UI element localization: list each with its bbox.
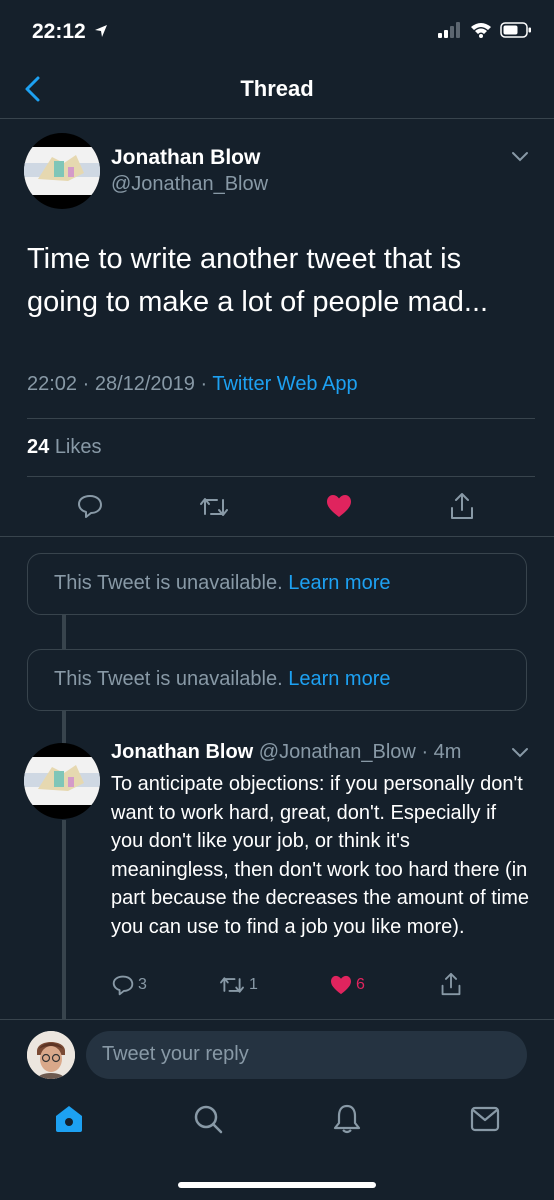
heart-icon bbox=[331, 975, 351, 995]
tab-messages[interactable] bbox=[470, 1106, 500, 1137]
retweet-icon bbox=[200, 498, 228, 516]
wifi-icon bbox=[471, 23, 491, 38]
status-indicators bbox=[438, 22, 532, 38]
mail-icon bbox=[470, 1106, 500, 1132]
reply-share-button[interactable] bbox=[440, 972, 462, 1001]
battery-icon bbox=[500, 22, 531, 38]
chevron-down-icon bbox=[512, 748, 528, 758]
learn-more-link[interactable]: Learn more bbox=[288, 668, 390, 690]
author-handle[interactable]: @Jonathan_Blow bbox=[111, 173, 268, 196]
location-arrow-icon bbox=[94, 25, 107, 37]
reply-author-name[interactable]: Jonathan Blow bbox=[111, 741, 253, 763]
likes-count: 24 bbox=[27, 436, 50, 458]
likes-label: Likes bbox=[54, 436, 102, 458]
reply-tweet-text: To anticipate objections: if you persona… bbox=[111, 773, 530, 938]
home-icon bbox=[56, 1106, 82, 1132]
unavailable-tweet[interactable]: This Tweet is unavailable. Learn more bbox=[27, 649, 527, 711]
likes-summary[interactable]: 24 Likes bbox=[27, 436, 102, 459]
heart-icon bbox=[327, 495, 351, 517]
reply-menu-button[interactable] bbox=[510, 746, 530, 765]
like-count: 6 bbox=[356, 976, 365, 993]
thread-connector bbox=[62, 820, 66, 1020]
share-button[interactable] bbox=[449, 492, 475, 525]
signal-icon bbox=[438, 22, 460, 38]
reply-like-button[interactable]: 6 bbox=[330, 975, 365, 995]
search-icon bbox=[194, 1105, 223, 1134]
unavailable-text: This Tweet is unavailable. bbox=[54, 572, 289, 594]
unavailable-tweet[interactable]: This Tweet is unavailable. Learn more bbox=[27, 553, 527, 615]
page-title: Thread bbox=[240, 76, 314, 101]
meta-divider bbox=[27, 418, 535, 419]
retweet-count: 1 bbox=[249, 976, 258, 993]
user-avatar[interactable] bbox=[27, 1031, 75, 1079]
reply-reply-button[interactable]: 3 bbox=[112, 974, 147, 996]
learn-more-link[interactable]: Learn more bbox=[288, 572, 390, 594]
avatar[interactable] bbox=[24, 743, 100, 819]
status-time-text: 22:12 bbox=[32, 20, 86, 43]
reply-header: Jonathan Blow @Jonathan_Blow · 4m bbox=[111, 741, 461, 764]
home-indicator[interactable] bbox=[178, 1182, 376, 1188]
author-name[interactable]: Jonathan Blow bbox=[111, 146, 260, 170]
reply-button[interactable] bbox=[77, 493, 103, 524]
avatar-image bbox=[24, 757, 100, 805]
unavailable-text: This Tweet is unavailable. bbox=[54, 668, 289, 690]
likes-divider bbox=[27, 476, 535, 477]
like-button[interactable] bbox=[326, 494, 352, 523]
tweet-text: Time to write another tweet that is goin… bbox=[27, 243, 489, 318]
reply-icon bbox=[112, 975, 134, 996]
actions-divider bbox=[0, 536, 554, 537]
thread-connector bbox=[62, 614, 66, 650]
nav-divider bbox=[0, 118, 554, 119]
composer-divider bbox=[0, 1019, 554, 1020]
thread-connector bbox=[62, 711, 66, 745]
reply-placeholder: Tweet your reply bbox=[102, 1043, 249, 1065]
reply-retweet-button[interactable]: 1 bbox=[219, 974, 258, 996]
reply-count: 3 bbox=[138, 976, 147, 993]
share-icon bbox=[441, 972, 461, 996]
bell-icon bbox=[333, 1104, 361, 1134]
reply-icon bbox=[78, 495, 102, 518]
tweet-menu-button[interactable] bbox=[510, 150, 530, 169]
status-time: 22:12 bbox=[32, 20, 108, 44]
tweet-source-link[interactable]: Twitter Web App bbox=[212, 373, 357, 395]
tab-home[interactable] bbox=[54, 1104, 84, 1139]
reply-input[interactable]: Tweet your reply bbox=[86, 1031, 527, 1079]
reply-author-handle[interactable]: @Jonathan_Blow bbox=[259, 741, 416, 763]
user-avatar-image bbox=[27, 1031, 75, 1079]
retweet-button[interactable] bbox=[199, 494, 229, 525]
share-icon bbox=[451, 493, 473, 519]
chevron-down-icon bbox=[512, 152, 528, 162]
tweet-timestamp: 22:02 · 28/12/2019 · bbox=[27, 373, 213, 395]
tab-notifications[interactable] bbox=[332, 1103, 362, 1140]
avatar[interactable] bbox=[24, 133, 100, 209]
avatar-image bbox=[24, 147, 100, 195]
retweet-icon bbox=[220, 977, 244, 993]
tweet-meta: 22:02 · 28/12/2019 · Twitter Web App bbox=[27, 373, 358, 396]
tab-search[interactable] bbox=[193, 1104, 223, 1139]
reply-age: · 4m bbox=[421, 741, 462, 763]
